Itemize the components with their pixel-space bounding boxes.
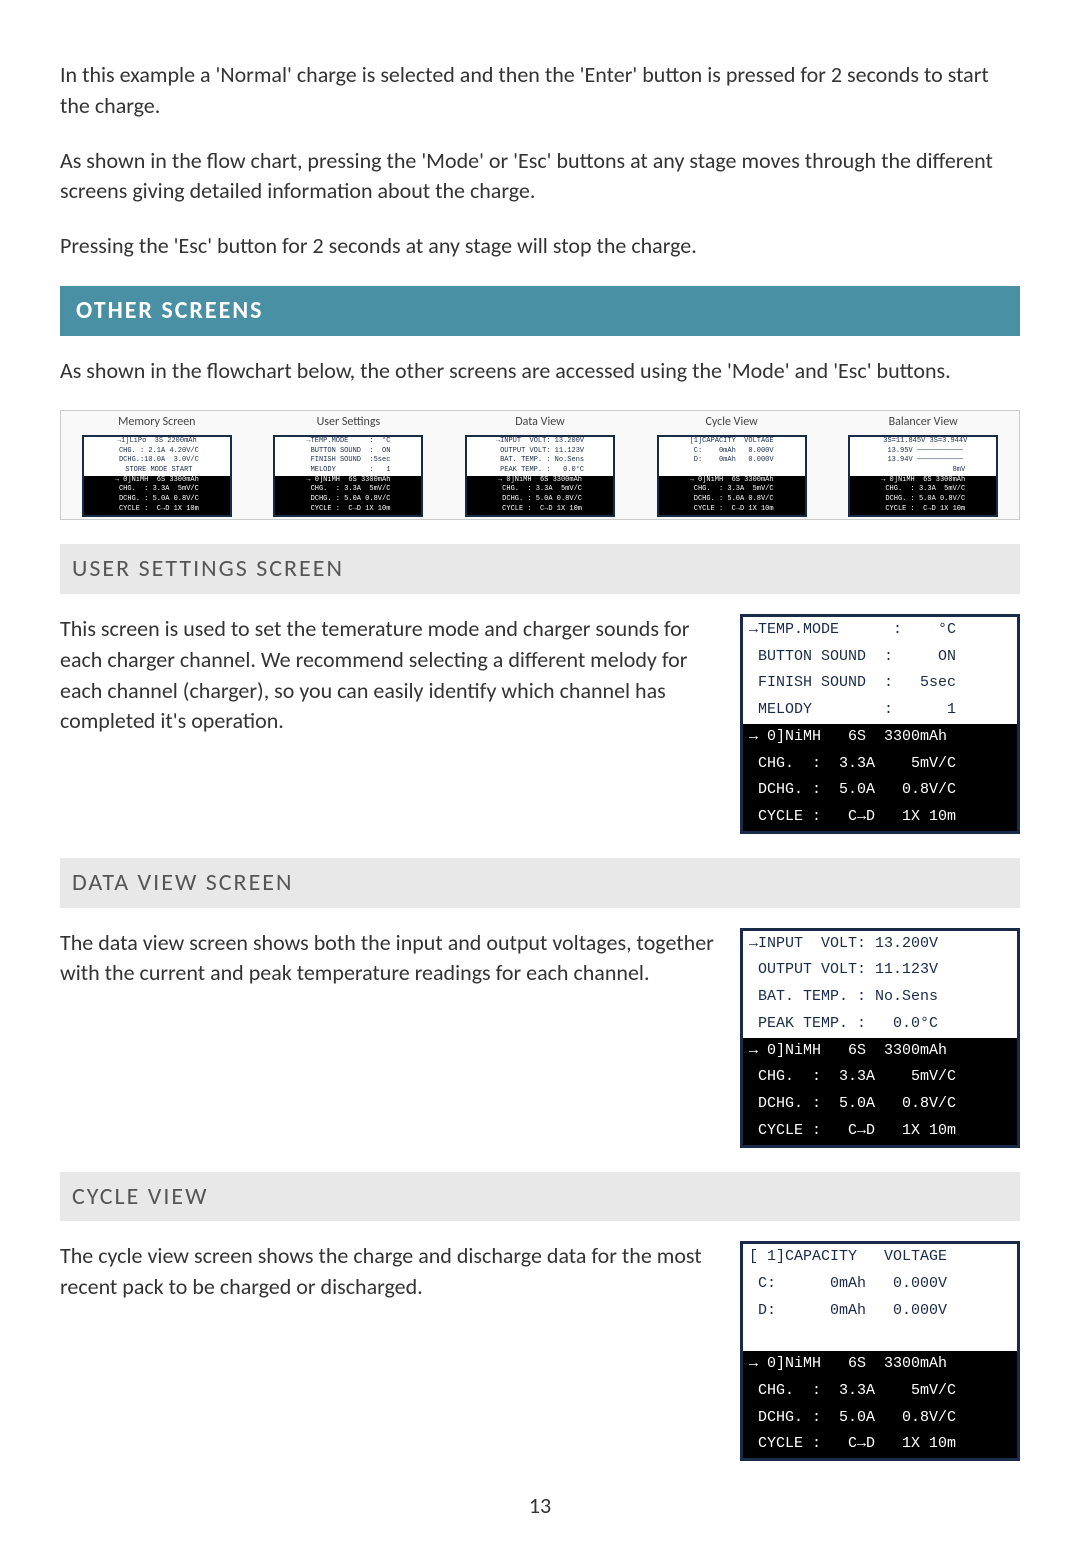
cycle-view-heading: CYCLE VIEW (60, 1172, 1020, 1222)
lcd-line: OUTPUT VOLT: 11.123V (743, 957, 1017, 984)
cycle-view-p: The cycle view screen shows the charge a… (60, 1241, 716, 1303)
flow-label-balancer: Balancer View (827, 414, 1019, 431)
data-view-heading: DATA VIEW SCREEN (60, 858, 1020, 908)
user-settings-heading: USER SETTINGS SCREEN (60, 544, 1020, 594)
lcd-line: CYCLE : C→D 1X 10m (743, 1118, 1017, 1145)
lcd-line: C: 0mAh 0.000V (743, 1271, 1017, 1298)
flow-box-user: →TEMP.MODE : °C BUTTON SOUND : ON FINISH… (273, 435, 423, 517)
lcd-line: D: 0mAh 0.000V (743, 1298, 1017, 1325)
lcd-line: DCHG. : 5.0A 0.8V/C (743, 1405, 1017, 1432)
intro-p2: As shown in the flow chart, pressing the… (60, 146, 1020, 208)
lcd-line: [ 1]CAPACITY VOLTAGE (743, 1244, 1017, 1271)
flow-chart: Memory Screen →1]LiPo 3S 2200mAh CHG. : … (60, 410, 1020, 520)
other-screens-heading: OTHER SCREENS (60, 286, 1020, 336)
lcd-line: → 0]NiMH 6S 3300mAh (743, 724, 1017, 751)
lcd-line (743, 1324, 1017, 1351)
lcd-line: CYCLE : C→D 1X 10m (743, 804, 1017, 831)
flow-box-data: →INPUT VOLT: 13.200V OUTPUT VOLT: 11.123… (465, 435, 615, 517)
page-number: 13 (60, 1491, 1020, 1522)
flow-label-cycle: Cycle View (636, 414, 828, 431)
intro-p3: Pressing the 'Esc' button for 2 seconds … (60, 231, 1020, 262)
flow-box-memory: →1]LiPo 3S 2200mAh CHG. : 2.1A 4.20V/C D… (82, 435, 232, 517)
lcd-line: PEAK TEMP. : 0.0°C (743, 1011, 1017, 1038)
flow-label-data: Data View (444, 414, 636, 431)
lcd-line: →TEMP.MODE : °C (743, 617, 1017, 644)
cycle-view-lcd: [ 1]CAPACITY VOLTAGE C: 0mAh 0.000V D: 0… (740, 1241, 1020, 1461)
lcd-line: BAT. TEMP. : No.Sens (743, 984, 1017, 1011)
lcd-line: CYCLE : C→D 1X 10m (743, 1431, 1017, 1458)
data-view-lcd: →INPUT VOLT: 13.200V OUTPUT VOLT: 11.123… (740, 928, 1020, 1148)
user-settings-lcd: →TEMP.MODE : °C BUTTON SOUND : ON FINISH… (740, 614, 1020, 834)
lcd-line: CHG. : 3.3A 5mV/C (743, 1378, 1017, 1405)
flow-label-memory: Memory Screen (61, 414, 253, 431)
lcd-line: DCHG. : 5.0A 0.8V/C (743, 1091, 1017, 1118)
flow-label-user: User Settings (253, 414, 445, 431)
lcd-line: FINISH SOUND : 5sec (743, 670, 1017, 697)
intro-p1: In this example a 'Normal' charge is sel… (60, 60, 1020, 122)
lcd-line: DCHG. : 5.0A 0.8V/C (743, 777, 1017, 804)
lcd-line: BUTTON SOUND : ON (743, 644, 1017, 671)
lcd-line: →INPUT VOLT: 13.200V (743, 931, 1017, 958)
other-screens-p: As shown in the flowchart below, the oth… (60, 356, 1020, 387)
data-view-p: The data view screen shows both the inpu… (60, 928, 716, 990)
flow-box-cycle: [1]CAPACITY VOLTAGE C: 0mAh 0.000V D: 0m… (657, 435, 807, 517)
lcd-line: CHG. : 3.3A 5mV/C (743, 1064, 1017, 1091)
flow-box-balancer: 3S=11.845V 3S=3.944V 13.95V ─────────── … (848, 435, 998, 517)
lcd-line: → 0]NiMH 6S 3300mAh (743, 1038, 1017, 1065)
user-settings-p: This screen is used to set the temeratur… (60, 614, 716, 737)
lcd-line: MELODY : 1 (743, 697, 1017, 724)
lcd-line: CHG. : 3.3A 5mV/C (743, 751, 1017, 778)
lcd-line: → 0]NiMH 6S 3300mAh (743, 1351, 1017, 1378)
